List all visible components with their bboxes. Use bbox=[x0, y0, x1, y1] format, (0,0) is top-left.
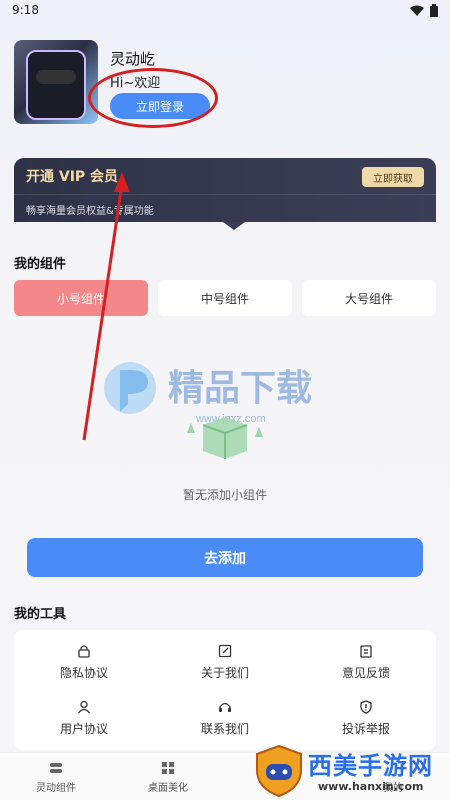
lock-icon bbox=[78, 645, 90, 658]
tool-label: 隐私协议 bbox=[59, 666, 108, 680]
app-name: 灵动屹 bbox=[110, 50, 156, 68]
grid-icon bbox=[162, 762, 174, 774]
profile-header: 灵动屹 Hi~欢迎 立即登录 bbox=[14, 40, 434, 130]
site-name: 西美手游网 bbox=[308, 752, 433, 780]
tab-medium-widgets[interactable]: 中号组件 bbox=[158, 280, 292, 316]
nav-label: 桌面美化 bbox=[148, 783, 188, 794]
annotation-ellipse bbox=[88, 68, 218, 128]
toggle-icon bbox=[50, 763, 62, 773]
avatar bbox=[14, 40, 98, 124]
widgets-section-title: 我的组件 bbox=[14, 257, 67, 272]
empty-box-icon bbox=[187, 417, 263, 459]
shield-alert-icon bbox=[360, 700, 372, 714]
tool-report[interactable]: 投诉举报 bbox=[296, 694, 436, 744]
headset-icon bbox=[219, 702, 231, 712]
island-illustration bbox=[36, 70, 76, 84]
vip-subtitle: 畅享海量会员权益&专属功能 bbox=[26, 206, 154, 217]
phone-illustration bbox=[26, 50, 86, 120]
shield-logo-icon bbox=[256, 744, 302, 798]
add-widget-button[interactable]: 去添加 bbox=[27, 538, 423, 577]
tab-large-widgets[interactable]: 大号组件 bbox=[302, 280, 436, 316]
edit-icon bbox=[218, 644, 232, 658]
empty-state-text: 暂无添加小组件 bbox=[182, 488, 267, 502]
status-time: 9:18 bbox=[12, 3, 39, 17]
nav-item-widgets[interactable]: 灵动组件 bbox=[6, 757, 106, 794]
tool-user-agreement[interactable]: 用户协议 bbox=[14, 694, 154, 744]
vip-get-button[interactable]: 立即获取 bbox=[362, 167, 424, 187]
tool-privacy-policy[interactable]: 隐私协议 bbox=[14, 638, 154, 688]
user-icon bbox=[77, 700, 91, 714]
site-watermark-badge: 西美手游网 www.hanxin.com bbox=[248, 744, 450, 800]
watermark-text: 精品下载 bbox=[168, 367, 312, 408]
status-icons bbox=[410, 4, 438, 17]
tool-label: 用户协议 bbox=[59, 722, 108, 736]
tool-label: 联系我们 bbox=[200, 722, 249, 736]
tool-contact-us[interactable]: 联系我们 bbox=[155, 694, 295, 744]
vip-divider bbox=[14, 194, 436, 195]
nav-item-beautify[interactable]: 桌面美化 bbox=[118, 757, 218, 794]
tool-label: 意见反馈 bbox=[341, 666, 390, 680]
vip-notch bbox=[223, 222, 245, 230]
tool-label: 投诉举报 bbox=[341, 722, 390, 736]
site-url: www.hanxin.com bbox=[318, 780, 424, 793]
clipboard-icon bbox=[360, 645, 372, 658]
widget-size-tabs: 小号组件 中号组件 大号组件 bbox=[14, 280, 436, 316]
tools-card: 隐私协议 关于我们 意见反馈 用户协议 联系我们 投诉举报 bbox=[14, 630, 436, 750]
nav-label: 灵动组件 bbox=[36, 783, 76, 794]
tools-section-title: 我的工具 bbox=[14, 607, 67, 622]
tool-label: 关于我们 bbox=[200, 666, 249, 680]
tool-about-us[interactable]: 关于我们 bbox=[155, 638, 295, 688]
status-bar: 9:18 bbox=[0, 0, 450, 22]
tab-small-widgets[interactable]: 小号组件 bbox=[14, 280, 148, 316]
tool-feedback[interactable]: 意见反馈 bbox=[296, 638, 436, 688]
wifi-icon bbox=[410, 5, 424, 17]
vip-banner[interactable]: 开通 VIP 会员 立即获取 畅享海量会员权益&专属功能 bbox=[14, 158, 436, 222]
battery-icon bbox=[430, 4, 438, 17]
vip-title: 开通 VIP 会员 bbox=[26, 169, 119, 185]
